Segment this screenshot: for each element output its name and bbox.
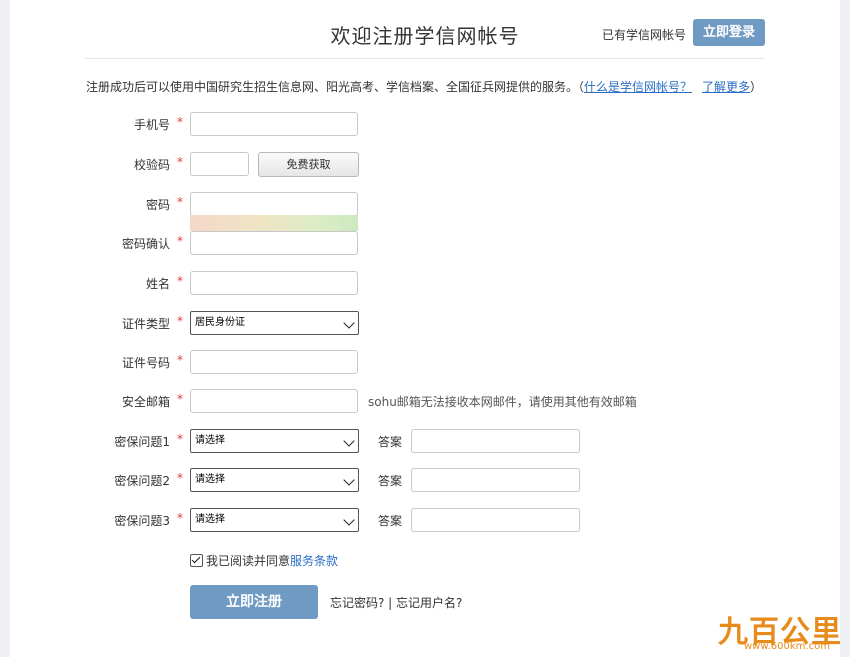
question-label: 密保问题3 (114, 514, 170, 528)
answer-input-2[interactable] (411, 468, 580, 492)
intro-text: 注册成功后可以使用中国研究生招生信息网、阳光高考、学信档案、全国征兵网提供的服务… (86, 78, 762, 95)
divider (85, 58, 765, 59)
email-row: 安全邮箱 * sohu邮箱无法接收本网邮件，请使用其他有效邮箱 (0, 389, 850, 415)
chevron-down-icon (343, 474, 355, 486)
id-type-row: 证件类型 * 居民身份证 (0, 311, 850, 337)
password-row: 密码 * (0, 192, 850, 218)
chevron-down-icon (343, 514, 355, 526)
question-value: 请选择 (195, 435, 225, 446)
register-button[interactable]: 立即注册 (190, 585, 318, 619)
code-input[interactable] (190, 152, 249, 176)
required-mark: * (177, 115, 183, 129)
question-select-2[interactable]: 请选择 (190, 468, 359, 492)
login-button[interactable]: 立即登录 (693, 19, 765, 46)
password-confirm-input[interactable] (190, 231, 358, 255)
chevron-down-icon (343, 435, 355, 447)
agree-text: 我已阅读并同意 (206, 554, 291, 568)
required-mark: * (177, 155, 183, 169)
watermark-logo: 九百公里 www.600km.com (718, 604, 850, 657)
phone-label: 手机号 (133, 118, 170, 132)
required-mark: * (177, 195, 183, 209)
name-label: 姓名 (145, 277, 170, 291)
required-mark: * (177, 314, 183, 328)
required-mark: * (177, 432, 183, 446)
chevron-down-icon (343, 317, 355, 329)
question-value: 请选择 (195, 474, 225, 485)
terms-link[interactable]: 服务条款 (290, 554, 338, 568)
watermark-url: www.600km.com (744, 641, 830, 652)
required-mark: * (177, 353, 183, 367)
question-label: 密保问题1 (114, 435, 170, 449)
phone-row: 手机号 * (0, 112, 850, 138)
intro-body: 注册成功后可以使用中国研究生招生信息网、阳光高考、学信档案、全国征兵网提供的服务… (86, 80, 585, 94)
id-number-label: 证件号码 (121, 356, 170, 370)
agreement: 我已阅读并同意服务条款 (190, 552, 338, 569)
has-account-text: 已有学信网帐号 (602, 28, 687, 42)
required-mark: * (177, 511, 183, 525)
id-type-label: 证件类型 (121, 317, 170, 331)
email-input[interactable] (190, 389, 358, 413)
answer-label: 答案 (378, 435, 403, 449)
password-label: 密码 (145, 198, 170, 212)
phone-input[interactable] (190, 112, 358, 136)
password-input[interactable] (190, 192, 358, 216)
name-row: 姓名 * (0, 271, 850, 297)
name-input[interactable] (190, 271, 358, 295)
password-confirm-label: 密码确认 (121, 237, 170, 251)
email-label: 安全邮箱 (121, 395, 170, 409)
id-number-row: 证件号码 * (0, 350, 850, 376)
what-is-account-link[interactable]: 什么是学信网帐号？ (584, 80, 692, 94)
question-row-1: 密保问题1 * 请选择 答案 (0, 429, 850, 455)
answer-label: 答案 (378, 474, 403, 488)
question-select-3[interactable]: 请选择 (190, 508, 359, 532)
id-type-value: 居民身份证 (195, 317, 245, 328)
required-mark: * (177, 274, 183, 288)
password-confirm-row: 密码确认 * (0, 231, 850, 257)
password-strength-bar (190, 215, 358, 231)
question-label: 密保问题2 (114, 474, 170, 488)
learn-more-link[interactable]: 了解更多 (702, 80, 750, 94)
intro-close: ） (750, 80, 763, 94)
code-label: 校验码 (133, 158, 170, 172)
id-type-select[interactable]: 居民身份证 (190, 311, 359, 335)
answer-input-3[interactable] (411, 508, 580, 532)
answer-label: 答案 (378, 514, 403, 528)
required-mark: * (177, 234, 183, 248)
forgot-links[interactable]: 忘记密码? | 忘记用户名? (330, 594, 462, 611)
get-code-button[interactable]: 免费获取 (258, 152, 359, 177)
question-select-1[interactable]: 请选择 (190, 429, 359, 453)
required-mark: * (177, 471, 183, 485)
code-row: 校验码 * 免费获取 (0, 152, 850, 178)
answer-input-1[interactable] (411, 429, 580, 453)
email-note: sohu邮箱无法接收本网邮件，请使用其他有效邮箱 (368, 395, 637, 409)
question-value: 请选择 (195, 514, 225, 525)
question-row-2: 密保问题2 * 请选择 答案 (0, 468, 850, 494)
required-mark: * (177, 392, 183, 406)
question-row-3: 密保问题3 * 请选择 答案 (0, 508, 850, 534)
id-number-input[interactable] (190, 350, 358, 374)
agree-checkbox[interactable] (190, 554, 203, 567)
